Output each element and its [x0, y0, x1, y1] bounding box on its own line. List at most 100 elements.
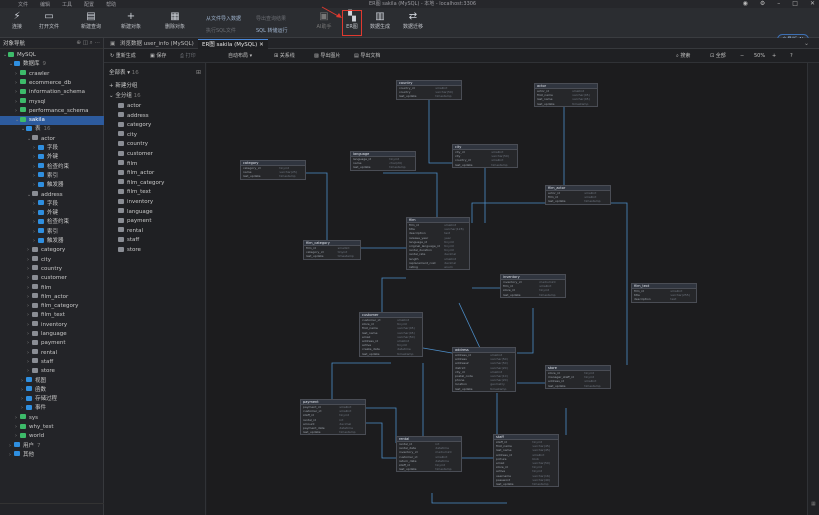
help-icon[interactable]: ? [790, 49, 793, 63]
tree-table-address[interactable]: ⌄ address [0, 191, 104, 200]
er-relationship-line[interactable] [422, 347, 453, 354]
er-relationship-line[interactable] [381, 277, 406, 313]
er-entity-column[interactable]: last_update timestamp [397, 94, 461, 98]
tree-table-actor[interactable]: ⌄ actor [0, 135, 104, 144]
object-list-item[interactable]: film_actor [118, 169, 154, 178]
tree-users-folder[interactable]: › 用户 7 [0, 442, 104, 451]
er-relationship-line[interactable] [366, 422, 396, 459]
tree-actor-child-0[interactable]: › 字段 [0, 144, 104, 153]
er-entity-column[interactable]: last_update timestamp [453, 387, 515, 391]
er-entity-column[interactable]: last_update timestamp [304, 254, 360, 258]
tree-tables-folder[interactable]: ⌄ 表 16 [0, 125, 104, 134]
all-group-item[interactable]: ⌄ 全分组 16 [109, 92, 141, 101]
er-entity-column[interactable]: last_update timestamp [360, 352, 422, 356]
tree-db-4[interactable]: › performance_schema [0, 107, 104, 116]
er-entity-language[interactable]: language language_id tinyint name char(20) la… [350, 151, 416, 171]
object-list-item[interactable]: country [118, 140, 148, 149]
tree-address-child-4[interactable]: › 触发器 [0, 237, 104, 246]
zoom-out-button[interactable]: − [740, 49, 744, 63]
er-entity-store[interactable]: store store_id tinyint manager_staff_id tiny… [545, 365, 611, 389]
tree-address-child-1[interactable]: › 外键 [0, 209, 104, 218]
data-generation-button[interactable]: ▥ 数据生成 [363, 11, 397, 30]
tree-db-7[interactable]: › why_test [0, 423, 104, 432]
tree-databases-group[interactable]: ⌄ 数据库 9 [0, 60, 104, 69]
object-list-item[interactable]: payment [118, 217, 152, 226]
new-query-button[interactable]: ▤ 新建查询 [74, 11, 108, 30]
er-entity-column[interactable]: last_update timestamp [397, 467, 461, 471]
tree-table-7[interactable]: › film_text [0, 311, 104, 320]
er-entity-address[interactable]: address address_id smallint address varchar(… [452, 347, 516, 392]
er-relationship-line[interactable] [306, 172, 328, 243]
tree-table-3[interactable]: › customer [0, 274, 104, 283]
tree-table-13[interactable]: › store [0, 367, 104, 376]
object-list-item[interactable]: city [118, 131, 137, 140]
object-list-item[interactable]: language [118, 208, 153, 217]
object-list-item[interactable]: category [118, 121, 151, 130]
er-entity-column[interactable]: last_update timestamp [501, 293, 565, 297]
minimap-icon[interactable]: ▦ [811, 501, 816, 507]
er-relationship-line[interactable] [517, 308, 534, 354]
menu-file[interactable]: 文件 [18, 1, 28, 8]
tree-others-folder[interactable]: › 其他 [0, 451, 104, 460]
regenerate-button[interactable]: ↻ 重新生成 [110, 49, 136, 63]
tree-connection[interactable]: ⌄ MySQL [0, 51, 104, 60]
export-image-button[interactable]: ▨ 导出图片 [314, 49, 340, 63]
object-list-item[interactable]: store [118, 246, 141, 255]
navigator-tools-icon[interactable]: ⊕ ◫ ⌕ ⋯ [76, 40, 103, 47]
er-entity-column[interactable]: last_update timestamp [453, 163, 517, 167]
er-entity-column[interactable]: last_update timestamp [535, 102, 597, 106]
tree-address-child-0[interactable]: › 字段 [0, 200, 104, 209]
er-entity-column[interactable]: last_update timestamp [546, 199, 610, 203]
zoom-in-button[interactable]: + [772, 49, 776, 63]
tree-actor-child-1[interactable]: › 外键 [0, 153, 104, 162]
er-entity-column[interactable]: description text [632, 297, 696, 301]
tree-procedures-folder[interactable]: › 存储过程 [0, 395, 104, 404]
chevron-down-icon[interactable]: ⌄ [804, 38, 809, 49]
er-entity-rental[interactable]: rental rental_id int rental_date datetime inv… [396, 436, 462, 473]
export-results-button[interactable]: 导出查询结果 [256, 15, 286, 22]
delete-object-button[interactable]: ▦ 删除对象 [158, 11, 192, 30]
connect-button[interactable]: ⚡ 连接 [0, 11, 34, 30]
tree-table-6[interactable]: › film_category [0, 302, 104, 311]
tree-db-sakila[interactable]: ⌄ sakila [0, 116, 104, 126]
tree-db-2[interactable]: › information_schema [0, 88, 104, 97]
new-group-button[interactable]: + 新建分组 [109, 82, 137, 91]
fit-button[interactable]: ⊡ 全部 [710, 49, 726, 63]
er-entity-column[interactable]: last_update timestamp [241, 174, 305, 178]
tab-er-sakila[interactable]: ER图 sakila (MySQL) ✕ [198, 39, 268, 49]
er-entity-film_category[interactable]: film_category film_id smallint category_id t… [303, 240, 361, 260]
run-sql-button[interactable]: SQL 转储运行 [256, 27, 288, 34]
tree-db-8[interactable]: › world [0, 432, 104, 441]
execute-sql-button[interactable]: 执行SQL文件 [206, 27, 236, 34]
minimize-button[interactable]: – [777, 0, 780, 8]
export-pdf-button[interactable]: ▤ 导出文档 [354, 49, 380, 63]
er-entity-column[interactable]: last_update timestamp [301, 430, 365, 434]
er-entity-actor[interactable]: actor actor_id smallint first_name varchar(4… [534, 83, 598, 107]
tree-actor-child-3[interactable]: › 索引 [0, 172, 104, 181]
er-entity-column[interactable]: last_update timestamp [494, 482, 558, 486]
tree-address-child-3[interactable]: › 索引 [0, 228, 104, 237]
menu-settings[interactable]: 配置 [84, 1, 94, 8]
er-relationship-line[interactable] [431, 493, 507, 504]
er-relationship-line[interactable] [366, 407, 397, 443]
object-list-item[interactable]: film_text [118, 188, 151, 197]
new-object-button[interactable]: + 新建对象 [114, 11, 148, 30]
er-relationship-line[interactable] [383, 172, 438, 219]
tab-browse-user-info[interactable]: 浏览数据 user_info (MySQL) [116, 39, 198, 49]
tree-address-child-2[interactable]: › 检查约束 [0, 218, 104, 227]
tree-db-0[interactable]: › crawler [0, 70, 104, 79]
er-entity-column[interactable]: rating enum [407, 265, 469, 269]
search-button[interactable]: ⌕ 搜索 [676, 49, 690, 63]
tree-table-1[interactable]: › city [0, 256, 104, 265]
data-comparison-button[interactable]: ⇄ 数据迁移 [396, 11, 430, 30]
tree-table-4[interactable]: › film [0, 284, 104, 293]
er-entity-column[interactable]: last_update timestamp [351, 165, 415, 169]
tree-table-5[interactable]: › film_actor [0, 293, 104, 302]
tree-functions-folder[interactable]: › 函数 [0, 386, 104, 395]
tree-table-11[interactable]: › rental [0, 349, 104, 358]
close-button[interactable]: ✕ [810, 0, 815, 8]
er-entity-country[interactable]: country country_id smallint country varchar(… [396, 80, 462, 100]
er-entity-customer[interactable]: customer customer_id smallint store_id tinyi… [359, 312, 423, 357]
object-list-item[interactable]: film_category [118, 179, 164, 188]
tree-table-10[interactable]: › payment [0, 339, 104, 348]
